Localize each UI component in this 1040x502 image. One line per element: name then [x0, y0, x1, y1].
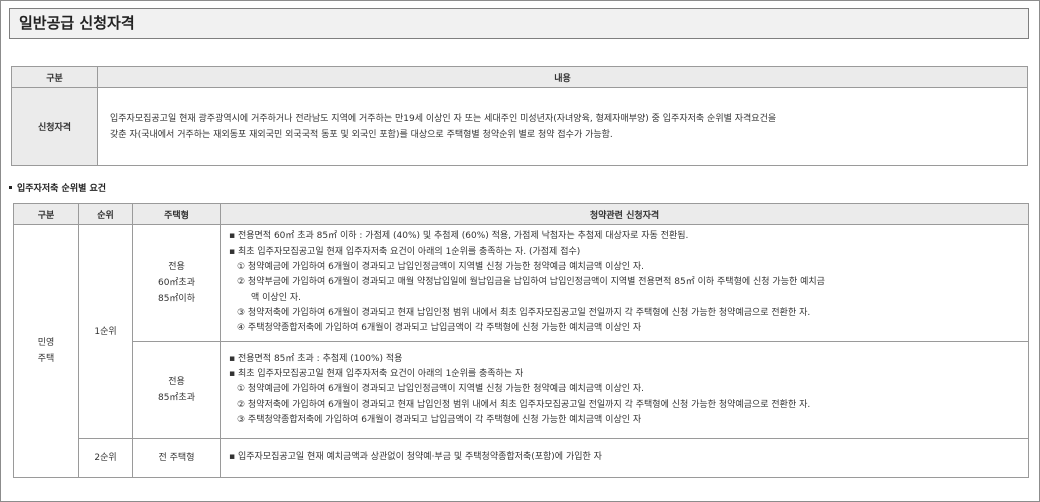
rank-requirements-table: 구분 순위 주택형 청약관련 신청자격 민영 주택 1순위 전용 60㎡초과 8… [13, 203, 1029, 478]
header-qualification: 청약관련 신청자격 [220, 203, 1029, 225]
table-header-row: 구분 내용 [11, 66, 1028, 88]
requirements-second-rank: ▪ 입주자모집공고일 현재 예치금액과 상관없이 청약예·부금 및 주택청약종합… [220, 438, 1029, 478]
list-item: ▪ 최초 입주자모집공고일 현재 입주자저축 요건이 아래의 1순위를 충족하는… [229, 369, 524, 380]
table-header-row: 구분 순위 주택형 청약관련 신청자격 [13, 203, 1029, 225]
list-item: ▪ 최초 입주자모집공고일 현재 입주자저축 요건이 아래의 1순위를 충족하는… [229, 246, 581, 257]
list-item: ② 청약부금에 가입하여 6개월이 경과되고 매월 약정납입일에 월납입금을 납… [237, 277, 825, 288]
header-category: 구분 [13, 203, 79, 225]
list-item: ① 청약예금에 가입하여 6개월이 경과되고 납입인정금액이 지역별 신청 가능… [237, 384, 645, 395]
table-row: 신청자격 입주자모집공고일 현재 광주광역시에 거주하거나 전라남도 지역에 거… [11, 87, 1028, 166]
list-item: ▪ 입주자모집공고일 현재 예치금액과 상관없이 청약예·부금 및 주택청약종합… [229, 452, 602, 463]
header-housing-type: 주택형 [132, 203, 221, 225]
header-rank: 순위 [78, 203, 133, 225]
table-row: 전용 85㎡초과 ▪ 전용면적 85㎡ 초과 : 추첨제 (100%) 적용 ▪… [14, 341, 1029, 439]
header-content: 내용 [97, 66, 1028, 88]
housing-type-over-85: 전용 85㎡초과 [132, 341, 221, 439]
square-bullet-icon [9, 186, 12, 189]
list-item: ④ 주택청약종합저축에 가입하여 6개월이 경과되고 납입금액이 각 주택형에 … [237, 323, 642, 334]
section-heading-text: 입주자저축 순위별 요건 [17, 184, 107, 194]
row-label-qualification: 신청자격 [11, 87, 98, 166]
section-heading: 입주자저축 순위별 요건 [9, 181, 106, 194]
content-line: 입주자모집공고일 현재 광주광역시에 거주하거나 전라남도 지역에 거주하는 만… [110, 113, 777, 124]
requirements-60-85: ▪ 전용면적 60㎡ 초과 85㎡ 이하 : 가점제 (40%) 및 추첨제 (… [220, 224, 1029, 342]
rank-second: 2순위 [78, 438, 133, 478]
list-item: 액 이상인 자. [251, 292, 301, 303]
list-item: ③ 주택청약종합저축에 가입하여 6개월이 경과되고 납입금액이 각 주택형에 … [237, 414, 642, 425]
housing-type-all: 전 주택형 [132, 438, 221, 478]
list-item: ③ 청약저축에 가입하여 6개월이 경과되고 현재 납입인정 범위 내에서 최초… [237, 307, 811, 318]
table-row: 민영 주택 1순위 전용 60㎡초과 85㎡이하 ▪ 전용면적 60㎡ 초과 8… [13, 224, 1029, 478]
list-item: ① 청약예금에 가입하여 6개월이 경과되고 납입인정금액이 지역별 신청 가능… [237, 262, 645, 273]
header-category: 구분 [11, 66, 98, 88]
category-private-housing: 민영 주택 [13, 224, 79, 478]
list-item: ② 청약저축에 가입하여 6개월이 경과되고 현재 납입인정 범위 내에서 최초… [237, 399, 811, 410]
qualification-table: 구분 내용 신청자격 입주자모집공고일 현재 광주광역시에 거주하거나 전라남도… [11, 66, 1028, 166]
page-title: 일반공급 신청자격 [9, 8, 1029, 39]
content-line: 갖춘 자(국내에서 거주하는 재외동포 재외국민 외국국적 동포 및 외국인 포… [110, 129, 613, 140]
list-item: ▪ 전용면적 60㎡ 초과 85㎡ 이하 : 가점제 (40%) 및 추첨제 (… [229, 231, 689, 242]
list-item: ▪ 전용면적 85㎡ 초과 : 추첨제 (100%) 적용 [229, 353, 403, 364]
qualification-content: 입주자모집공고일 현재 광주광역시에 거주하거나 전라남도 지역에 거주하는 만… [97, 87, 1028, 166]
rank-first: 1순위 [78, 224, 133, 439]
table-row: 2순위 전 주택형 ▪ 입주자모집공고일 현재 예치금액과 상관없이 청약예·부… [14, 438, 1029, 478]
housing-type-60-85: 전용 60㎡초과 85㎡이하 [132, 224, 221, 342]
requirements-over-85: ▪ 전용면적 85㎡ 초과 : 추첨제 (100%) 적용 ▪ 최초 입주자모집… [220, 341, 1029, 439]
